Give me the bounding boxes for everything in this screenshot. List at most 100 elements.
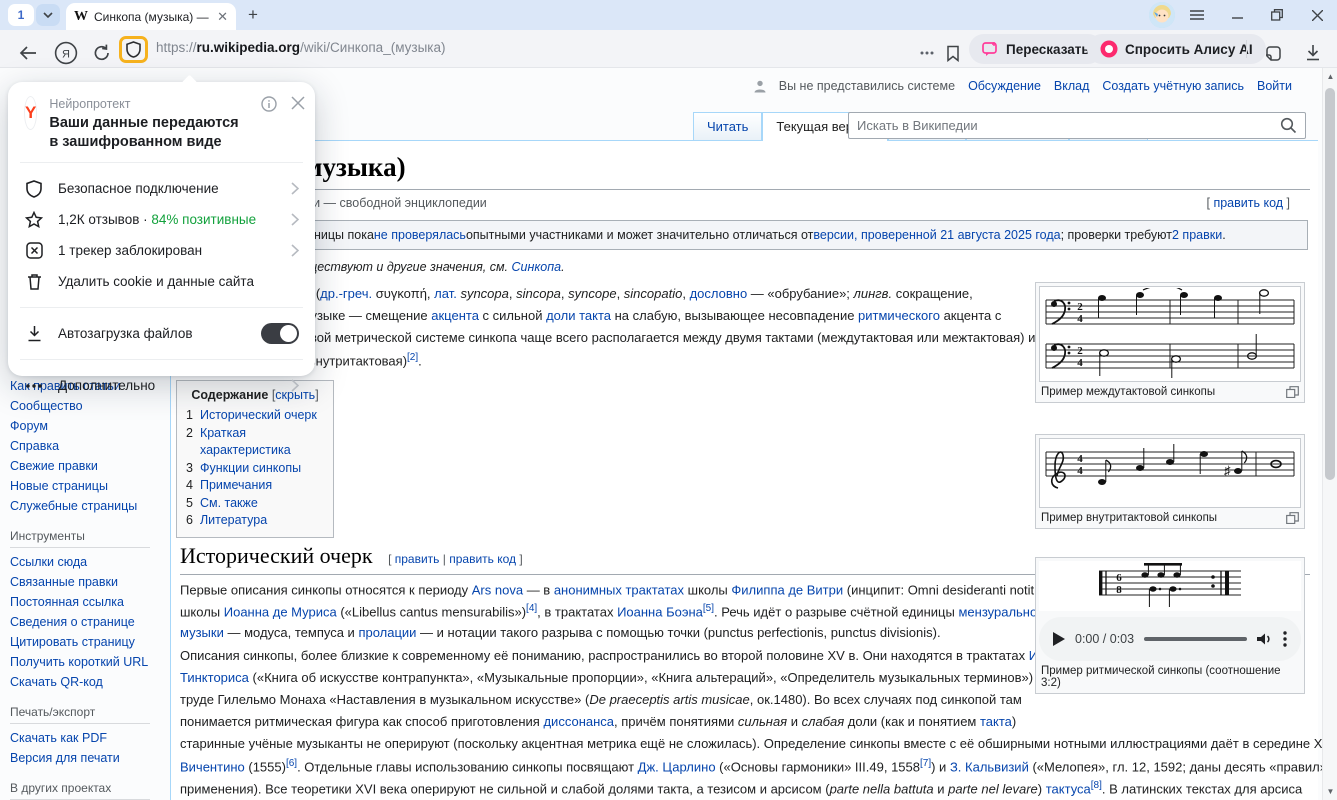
inline-link[interactable]: Иоанна де Муриса bbox=[224, 604, 337, 619]
inline-link[interactable]: Синкопа bbox=[512, 260, 562, 274]
inline-link[interactable]: акцента bbox=[431, 308, 479, 323]
reviews-row[interactable]: 1,2К отзывов · 84% позитивные bbox=[24, 204, 299, 235]
protect-shield-button[interactable] bbox=[119, 36, 148, 63]
sidebar-link[interactable]: Ссылки сюда bbox=[10, 554, 168, 571]
search-icon[interactable] bbox=[1280, 117, 1297, 134]
inline-link[interactable]: др.-греч. bbox=[320, 286, 372, 301]
sidebar-link[interactable]: Скачать как PDF bbox=[10, 730, 168, 747]
address-more-button[interactable] bbox=[915, 38, 939, 68]
inline-link[interactable]: Ars nova bbox=[472, 582, 523, 597]
sidebar-link[interactable]: Справка bbox=[10, 438, 168, 455]
toc-item-link[interactable]: Литература bbox=[200, 512, 267, 530]
contributions-link[interactable]: Вклад bbox=[1054, 79, 1090, 93]
inline-link[interactable]: лат. bbox=[434, 286, 457, 301]
wiki-search-input[interactable]: Искать в Википедии bbox=[848, 112, 1306, 139]
toc-item-link[interactable]: См. также bbox=[200, 495, 258, 513]
new-tab-button[interactable]: + bbox=[248, 5, 258, 25]
figure-intrataktovaya[interactable]: 44 ♯ Пример внутритактовой синкопы bbox=[1035, 434, 1305, 529]
inline-link[interactable]: 2 правки bbox=[1172, 228, 1222, 242]
inline-link[interactable]: Тинкториса bbox=[180, 670, 249, 685]
tab-close-icon[interactable]: ✕ bbox=[217, 9, 228, 25]
edit-code-link[interactable]: [ править код ] bbox=[1207, 196, 1291, 210]
address-bar[interactable]: https://ru.wikipedia.org/wiki/Синкопа_(м… bbox=[156, 40, 445, 55]
browser-tab[interactable]: W Синкопа (музыка) — Ви ✕ bbox=[66, 3, 236, 30]
inline-link[interactable]: Вичентино bbox=[180, 759, 245, 774]
inline-link[interactable]: Филиппа де Витри bbox=[731, 582, 843, 597]
inline-link[interactable]: З. Кальвизий bbox=[950, 759, 1029, 774]
downloads-button[interactable] bbox=[1300, 38, 1326, 68]
toc-item[interactable]: 2Краткая характеристика bbox=[186, 425, 324, 460]
bookmark-button[interactable] bbox=[941, 38, 965, 68]
tracker-blocked-row[interactable]: 1 трекер заблокирован bbox=[24, 235, 299, 266]
tab-list-chevron-button[interactable] bbox=[36, 4, 60, 26]
delete-cookies-row[interactable]: Удалить cookie и данные сайта bbox=[24, 266, 299, 297]
inline-link[interactable]: править код bbox=[1213, 196, 1283, 210]
toc-item[interactable]: 6Литература bbox=[186, 512, 324, 530]
scroll-up-icon[interactable]: ▲ bbox=[1323, 72, 1337, 81]
reload-button[interactable] bbox=[88, 38, 116, 68]
more-options-row[interactable]: Дополнительно bbox=[24, 370, 299, 401]
kebab-menu-icon[interactable] bbox=[1283, 631, 1287, 647]
toc-item-link[interactable]: Примечания bbox=[200, 477, 272, 495]
toc-item[interactable]: 3Функции синкопы bbox=[186, 460, 324, 478]
expand-icon[interactable] bbox=[1286, 386, 1299, 398]
inline-link[interactable]: пролации bbox=[358, 625, 416, 640]
figure-intertaktovaya[interactable]: 24 24 П bbox=[1035, 282, 1305, 403]
secure-connection-row[interactable]: Безопасное подключение bbox=[24, 173, 299, 204]
inline-link[interactable]: мензуральной bbox=[958, 604, 1044, 619]
inline-link[interactable]: такта bbox=[980, 714, 1012, 729]
sidebar-link[interactable]: Скачать QR-код bbox=[10, 674, 168, 691]
inline-link[interactable]: не проверялась bbox=[374, 228, 466, 242]
scrollbar[interactable]: ▲ ▼ bbox=[1322, 68, 1337, 800]
toc-item[interactable]: 4Примечания bbox=[186, 477, 324, 495]
inline-link[interactable]: диссонанса bbox=[543, 714, 614, 729]
sidebar-link[interactable]: Форум bbox=[10, 418, 168, 435]
scroll-down-icon[interactable]: ▼ bbox=[1323, 787, 1337, 796]
inline-link[interactable]: ритмического bbox=[858, 308, 940, 323]
sidebar-link[interactable]: Служебные страницы bbox=[10, 498, 168, 515]
sidebar-link[interactable]: Свежие правки bbox=[10, 458, 168, 475]
audio-progress-bar[interactable] bbox=[1144, 637, 1247, 641]
volume-icon[interactable] bbox=[1257, 632, 1273, 646]
inline-link[interactable]: музыки bbox=[180, 625, 224, 640]
toc-item-link[interactable]: Исторический очерк bbox=[200, 407, 317, 425]
close-popup-icon[interactable] bbox=[291, 96, 305, 110]
yandex-services-button[interactable]: Я bbox=[52, 38, 80, 68]
retell-button[interactable]: Пересказать bbox=[969, 34, 1103, 64]
sidebar-link[interactable]: Получить короткий URL bbox=[10, 654, 168, 671]
inline-link[interactable]: дословно bbox=[690, 286, 748, 301]
close-window-button[interactable] bbox=[1297, 0, 1337, 30]
section-edit-links[interactable]: [ править | править код ] bbox=[388, 552, 523, 566]
sidebar-link[interactable]: Новые страницы bbox=[10, 478, 168, 495]
toc-item-link[interactable]: Функции синкопы bbox=[200, 460, 301, 478]
sidebar-link[interactable]: Цитировать страницу bbox=[10, 634, 168, 651]
expand-icon[interactable] bbox=[1286, 512, 1299, 524]
audio-player[interactable]: 0:00 / 0:03 bbox=[1039, 617, 1301, 661]
toc-item[interactable]: 5См. также bbox=[186, 495, 324, 513]
restore-button[interactable] bbox=[1257, 0, 1297, 30]
create-account-link[interactable]: Создать учётную запись bbox=[1102, 79, 1244, 93]
collections-button[interactable] bbox=[1258, 38, 1284, 68]
menu-button[interactable] bbox=[1177, 0, 1217, 30]
profile-avatar[interactable] bbox=[1149, 2, 1175, 28]
autoload-row[interactable]: Автозагрузка файлов bbox=[24, 318, 299, 349]
tab-read[interactable]: Читать bbox=[693, 112, 762, 140]
inline-link[interactable]: Дж. Царлино bbox=[638, 759, 716, 774]
play-icon[interactable] bbox=[1053, 632, 1065, 646]
inline-link[interactable]: тактуса bbox=[1046, 781, 1091, 796]
sidebar-link[interactable]: Сведения о странице bbox=[10, 614, 168, 631]
autoload-toggle[interactable] bbox=[261, 323, 299, 344]
info-icon[interactable] bbox=[261, 96, 277, 112]
login-link[interactable]: Войти bbox=[1257, 79, 1292, 93]
inline-link[interactable]: версии, проверенной 21 августа 2025 года bbox=[813, 228, 1060, 242]
inline-link[interactable]: править код bbox=[449, 552, 516, 566]
scrollbar-thumb[interactable] bbox=[1325, 88, 1335, 480]
inline-link[interactable]: анонимных трактатах bbox=[554, 582, 684, 597]
toc-item[interactable]: 1Исторический очерк bbox=[186, 407, 324, 425]
toc-item-link[interactable]: Краткая характеристика bbox=[200, 425, 324, 460]
tab-counter-button[interactable]: 1 bbox=[8, 4, 34, 26]
talk-link[interactable]: Обсуждение bbox=[968, 79, 1041, 93]
sidebar-link[interactable]: Версия для печати bbox=[10, 750, 168, 767]
sidebar-link[interactable]: Связанные правки bbox=[10, 574, 168, 591]
ask-alice-button[interactable]: Спросить Алису AI bbox=[1087, 34, 1266, 64]
